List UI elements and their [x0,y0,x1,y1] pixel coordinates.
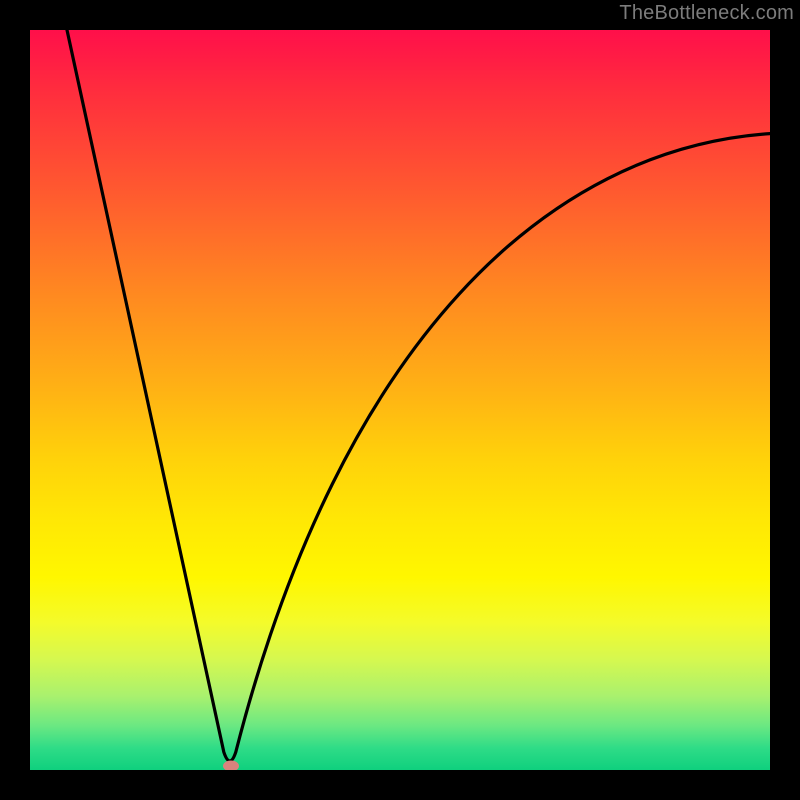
minimum-marker [223,760,239,770]
watermark-text: TheBottleneck.com [619,2,794,25]
chart-frame: TheBottleneck.com [0,0,800,800]
plot-area [30,30,770,770]
bottleneck-curve [30,30,770,770]
